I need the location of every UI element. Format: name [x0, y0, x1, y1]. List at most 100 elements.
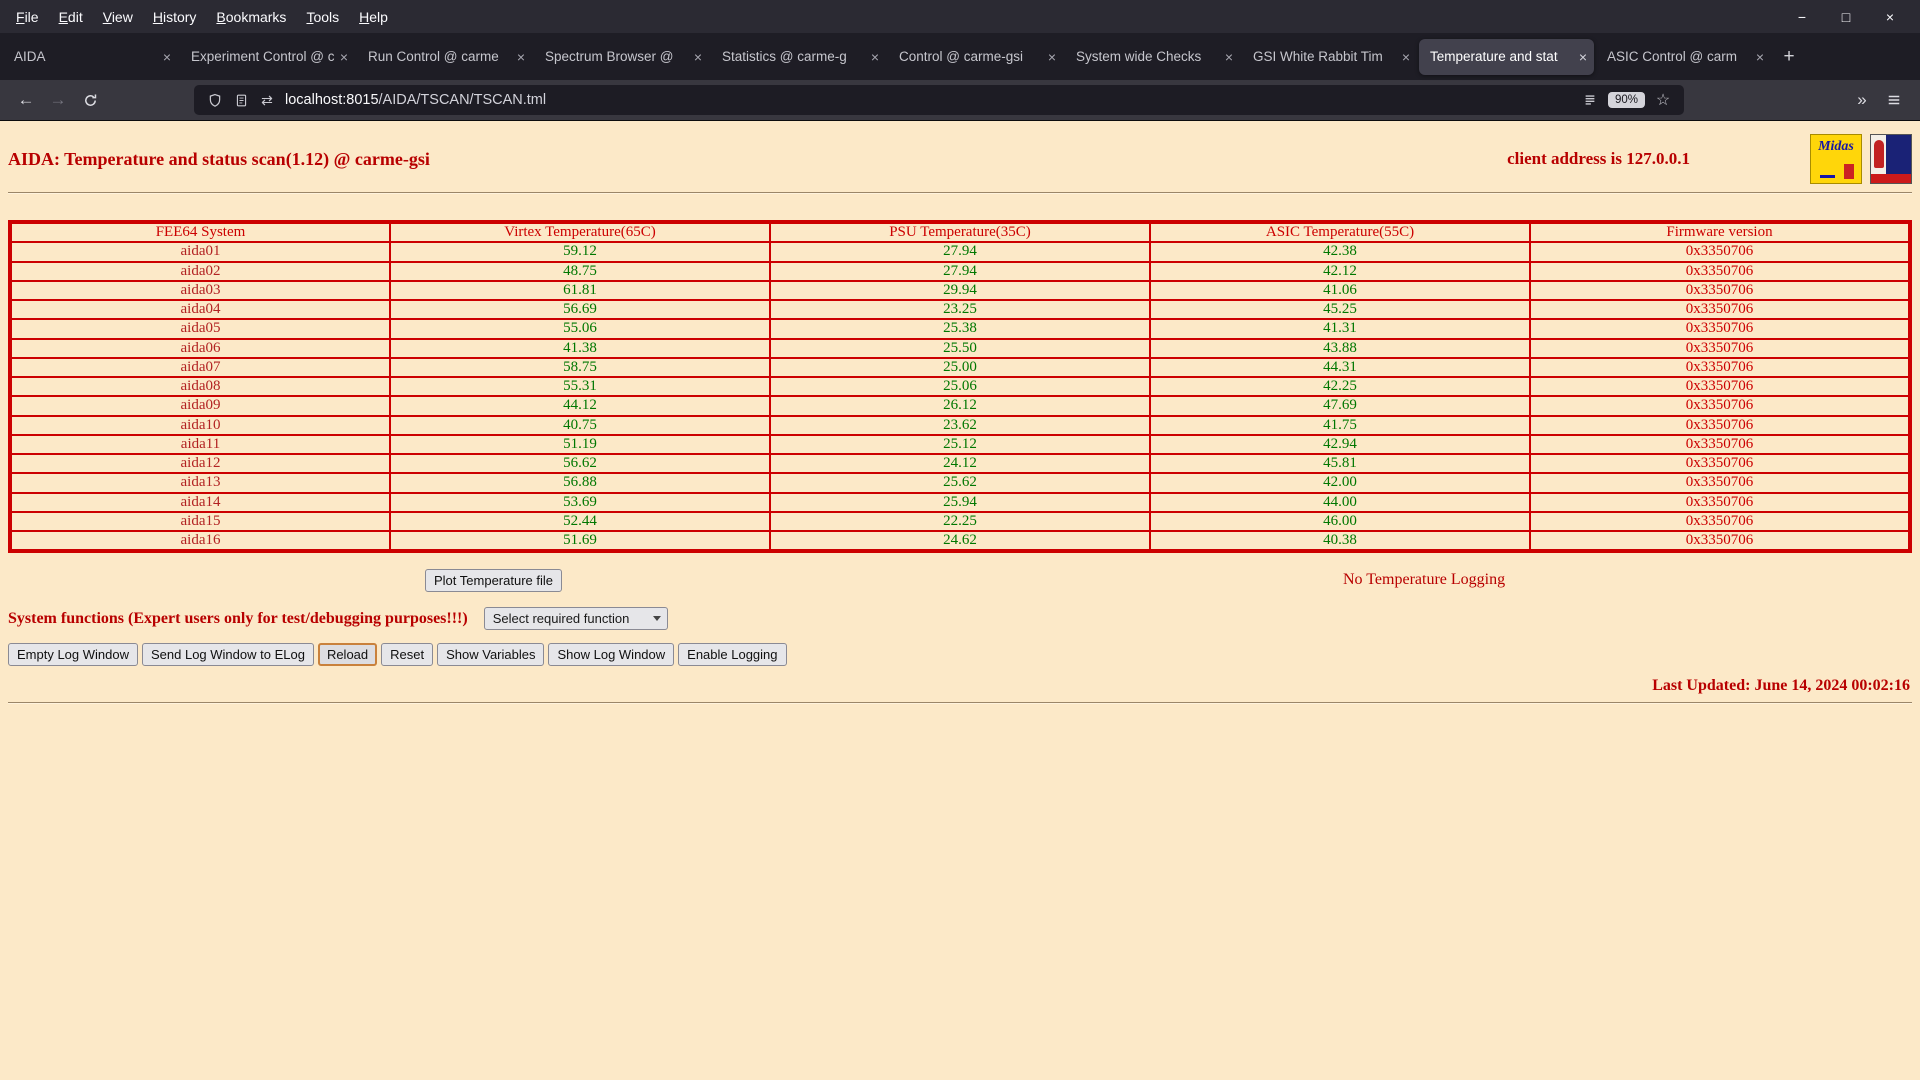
tab-close-icon[interactable]: ×	[694, 49, 702, 65]
cell-asic-temp: 41.06	[1149, 279, 1531, 302]
table-header-cell: PSU Temperature(35C)	[769, 220, 1151, 244]
actions-row: Empty Log Window Send Log Window to ELog R…	[8, 643, 1920, 667]
new-tab-button[interactable]: +	[1772, 40, 1806, 74]
url-host: localhost:8015	[285, 92, 379, 108]
browser-tab[interactable]: AIDA ×	[3, 39, 178, 75]
browser-tab[interactable]: Run Control @ carme ×	[357, 39, 532, 75]
site-info-icon[interactable]	[228, 93, 254, 108]
connection-icon[interactable]: ⇄	[254, 92, 280, 109]
cell-virtex-temp: 61.81	[389, 279, 771, 302]
cell-virtex-temp: 52.44	[389, 510, 771, 533]
action-button[interactable]: Show Log Window	[548, 643, 675, 667]
back-icon[interactable]: ←	[10, 85, 42, 115]
cell-asic-temp: 45.81	[1149, 452, 1531, 475]
tab-close-icon[interactable]: ×	[1579, 49, 1587, 65]
browser-tab[interactable]: GSI White Rabbit Tim ×	[1242, 39, 1417, 75]
menu-item[interactable]: File	[6, 9, 49, 25]
forward-icon[interactable]: →	[42, 85, 74, 115]
cell-system: aida07	[9, 356, 391, 379]
cell-system: aida01	[9, 241, 391, 263]
plot-row: Plot Temperature file No Temperature Log…	[0, 569, 1920, 593]
tracking-shield-icon[interactable]	[202, 93, 228, 108]
cell-system: aida14	[9, 491, 391, 513]
cell-psu-temp: 26.12	[769, 395, 1151, 417]
tab-title: Spectrum Browser @	[545, 49, 674, 64]
cell-psu-temp: 25.12	[769, 433, 1151, 456]
last-updated: Last Updated: June 14, 2024 00:02:16	[1652, 677, 1910, 695]
cell-system: aida02	[9, 260, 391, 282]
tab-close-icon[interactable]: ×	[340, 49, 348, 65]
cell-firmware: 0x3350706	[1529, 491, 1911, 513]
cell-system: aida12	[9, 452, 391, 475]
temperature-table: FEE64 System Virtex Temperature(65C) PSU T…	[8, 220, 1912, 554]
action-button[interactable]: Reload	[317, 643, 378, 667]
browser-tab[interactable]: Control @ carme-gsi ×	[888, 39, 1063, 75]
url-bar[interactable]: ⇄ localhost:8015/AIDA/TSCAN/TSCAN.tml 90…	[194, 85, 1684, 115]
menu-item[interactable]: Help	[349, 9, 398, 25]
cell-virtex-temp: 58.75	[389, 356, 771, 379]
cell-asic-temp: 42.38	[1149, 241, 1531, 263]
bookmark-star-icon[interactable]: ☆	[1650, 90, 1676, 110]
cell-asic-temp: 41.31	[1149, 318, 1531, 340]
cell-virtex-temp: 41.38	[389, 337, 771, 359]
browser-tab[interactable]: ASIC Control @ carm ×	[1596, 39, 1771, 75]
action-button[interactable]: Show Variables	[437, 643, 545, 667]
browser-tab[interactable]: Statistics @ carme-g ×	[711, 39, 886, 75]
hamburger-menu-icon[interactable]	[1878, 85, 1910, 115]
browser-tab[interactable]: Experiment Control @ c ×	[180, 39, 355, 75]
menu-item[interactable]: History	[143, 9, 207, 25]
table-row: aida15 52.44 22.25 46.00 0x3350706	[9, 510, 1911, 533]
cell-asic-temp: 42.94	[1149, 433, 1531, 456]
close-window-icon[interactable]: ×	[1868, 9, 1912, 25]
cell-system: aida15	[9, 510, 391, 533]
browser-tab[interactable]: Spectrum Browser @ ×	[534, 39, 709, 75]
menu-item[interactable]: View	[93, 9, 143, 25]
table-row: aida09 44.12 26.12 47.69 0x3350706	[9, 395, 1911, 417]
midas-logo-text: Midas	[1818, 139, 1854, 154]
midas-logo: Midas	[1810, 134, 1862, 184]
table-header-cell: Firmware version	[1529, 220, 1911, 244]
browser-tab[interactable]: System wide Checks ×	[1065, 39, 1240, 75]
tab-title: GSI White Rabbit Tim	[1253, 49, 1383, 64]
tab-title: ASIC Control @ carm	[1607, 49, 1737, 64]
action-button[interactable]: Enable Logging	[678, 643, 787, 667]
browser-tab[interactable]: Temperature and stat ×	[1419, 38, 1594, 75]
table-row: aida10 40.75 23.62 41.75 0x3350706	[9, 414, 1911, 436]
window-titlebar: File Edit View History Bookmarks Tools Help − …	[0, 0, 1920, 33]
zoom-level-badge[interactable]: 90%	[1607, 92, 1645, 108]
tab-close-icon[interactable]: ×	[517, 49, 525, 65]
reader-view-icon[interactable]	[1577, 93, 1603, 107]
menu-item[interactable]: Tools	[296, 9, 349, 25]
action-button[interactable]: Reset	[381, 643, 434, 667]
cell-system: aida10	[9, 414, 391, 436]
cell-asic-temp: 40.38	[1149, 529, 1531, 553]
tab-close-icon[interactable]: ×	[1048, 49, 1056, 65]
cell-firmware: 0x3350706	[1529, 452, 1911, 475]
system-functions-label: System functions (Expert users only for …	[8, 609, 468, 627]
tab-close-icon[interactable]: ×	[871, 49, 879, 65]
cell-psu-temp: 25.62	[769, 472, 1151, 494]
tab-close-icon[interactable]: ×	[1225, 49, 1233, 65]
cell-asic-temp: 44.31	[1149, 356, 1531, 379]
logos: Midas	[1810, 134, 1912, 184]
plot-temperature-button[interactable]: Plot Temperature file	[425, 569, 562, 593]
maximize-icon[interactable]: □	[1824, 9, 1868, 25]
menu-item[interactable]: Edit	[49, 9, 93, 25]
minimize-icon[interactable]: −	[1780, 9, 1824, 25]
cell-virtex-temp: 59.12	[389, 241, 771, 263]
reload-icon[interactable]	[74, 85, 106, 115]
tab-close-icon[interactable]: ×	[1402, 49, 1410, 65]
cell-asic-temp: 46.00	[1149, 510, 1531, 533]
function-select[interactable]: Select required function	[483, 607, 669, 631]
table-header-cell: ASIC Temperature(55C)	[1149, 220, 1531, 244]
url-path: /AIDA/TSCAN/TSCAN.tml	[378, 92, 547, 108]
cell-psu-temp: 25.94	[769, 491, 1151, 513]
table-row: aida06 41.38 25.50 43.88 0x3350706	[9, 337, 1911, 359]
tab-bar: AIDA × Experiment Control @ c × Run Cont…	[0, 33, 1920, 80]
action-button[interactable]: Empty Log Window	[8, 643, 138, 667]
overflow-menu-icon[interactable]: »	[1846, 85, 1878, 115]
tab-close-icon[interactable]: ×	[163, 49, 171, 65]
action-button[interactable]: Send Log Window to ELog	[142, 643, 314, 667]
menu-item[interactable]: Bookmarks	[206, 9, 296, 25]
tab-close-icon[interactable]: ×	[1756, 49, 1764, 65]
